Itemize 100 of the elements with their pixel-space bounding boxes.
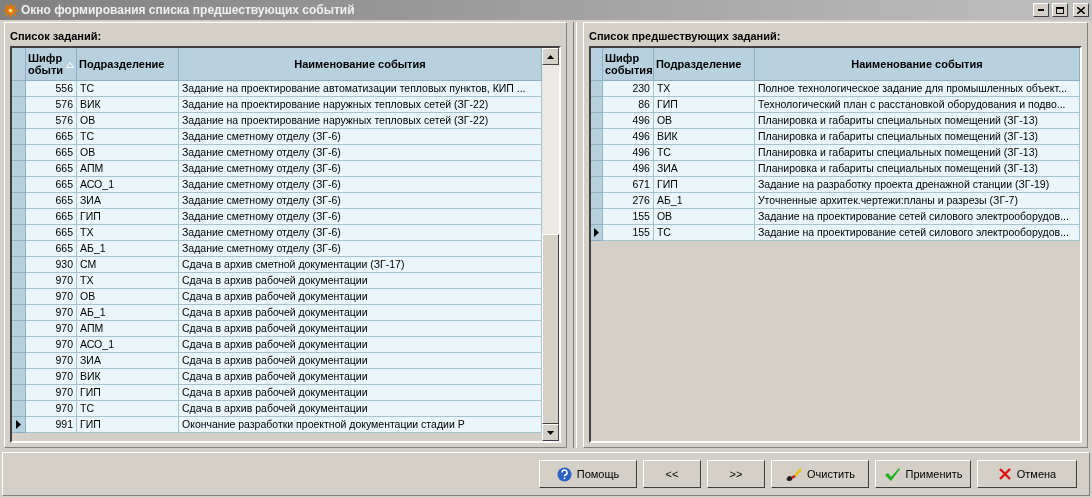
row-indicator[interactable]	[590, 97, 603, 113]
table-cell: ВИК	[653, 129, 755, 145]
row-indicator[interactable]	[590, 209, 603, 225]
table-cell: 496	[602, 113, 654, 129]
table-cell: ТС	[653, 145, 755, 161]
table-cell: АСО_1	[77, 177, 179, 193]
column-header[interactable]: Подразделение	[653, 48, 755, 81]
table-cell: 665	[26, 177, 77, 193]
row-indicator[interactable]	[590, 225, 603, 241]
column-header[interactable]: Шифр обыти	[26, 48, 77, 81]
window-title: Окно формирования списка предшествующих событий	[21, 3, 355, 17]
table-cell: Задание сметному отделу (ЗГ-6)	[179, 193, 542, 209]
table-cell: Задание сметному отделу (ЗГ-6)	[179, 241, 542, 257]
table-cell: 665	[26, 193, 77, 209]
table-cell: 665	[26, 145, 77, 161]
data-grid[interactable]	[10, 46, 561, 443]
column-header[interactable]: Наименование события	[754, 48, 1080, 81]
prev-button[interactable]: <<	[643, 460, 701, 488]
table-cell: Сдача в архив рабочей документации	[179, 353, 542, 369]
table-cell: Планировка и габариты специальных помещений (ЗГ-13)	[754, 113, 1080, 129]
table-cell: АСО_1	[77, 337, 179, 353]
row-indicator[interactable]	[590, 129, 603, 145]
table-cell: Задание на проектирование наружных тепловых сетей (ЗГ-22)	[179, 97, 542, 113]
table-cell: АБ_1	[653, 193, 755, 209]
row-indicator[interactable]	[12, 417, 26, 433]
table-cell: АПМ	[77, 161, 179, 177]
table-cell: ЗИА	[653, 161, 755, 177]
column-header[interactable]: Подразделение	[77, 48, 179, 81]
table-cell: ОВ	[653, 209, 755, 225]
table-cell: 496	[602, 145, 654, 161]
clear-button[interactable]: Очистить	[771, 460, 869, 488]
table-cell: Задание на разработку проекта дренажной станции (ЗГ-19)	[754, 177, 1080, 193]
table-cell: ОВ	[77, 145, 179, 161]
next-button[interactable]: >>	[707, 460, 765, 488]
close-button[interactable]	[1073, 3, 1089, 17]
table-cell: Задание на проектирование автоматизации тепловых пунктов, КИП ...	[179, 81, 542, 97]
table-cell: 991	[26, 417, 77, 433]
table-cell: ГИП	[653, 97, 755, 113]
table-cell: Планировка и габариты специальных помещений (ЗГ-13)	[754, 161, 1080, 177]
table-cell: ГИП	[77, 417, 179, 433]
column-header[interactable]: Шифр события	[602, 48, 654, 81]
table-cell: ГИП	[77, 209, 179, 225]
table-cell: ТС	[653, 225, 755, 241]
scroll-down-button[interactable]	[541, 424, 559, 441]
table-cell: СМ	[77, 257, 179, 273]
row-indicator[interactable]	[590, 113, 603, 129]
table-cell: 86	[602, 97, 654, 113]
table-cell: ТХ	[77, 225, 179, 241]
row-indicator[interactable]	[590, 193, 603, 209]
cancel-button[interactable]: Отмена	[977, 460, 1077, 488]
table-cell: Задание сметному отделу (ЗГ-6)	[179, 145, 542, 161]
table-cell: 970	[26, 305, 77, 321]
maximize-button[interactable]	[1052, 3, 1068, 17]
table-cell: 276	[602, 193, 654, 209]
panel-label: Список заданий:	[10, 30, 103, 42]
table-cell: Сдача в архив рабочей документации	[179, 369, 542, 385]
table-cell: 576	[26, 113, 77, 129]
arrow-up-icon	[546, 54, 554, 59]
table-cell: Сдача в архив рабочей документации	[179, 289, 542, 305]
table-cell: Планировка и габариты специальных помещений (ЗГ-13)	[754, 145, 1080, 161]
table-cell: 155	[602, 209, 654, 225]
header-corner	[12, 48, 26, 81]
table-cell: ЗИА	[77, 353, 179, 369]
checkmark-icon	[883, 466, 901, 482]
table-cell: Задание сметному отделу (ЗГ-6)	[179, 129, 542, 145]
table-cell: ВИК	[77, 369, 179, 385]
table-cell: Сдача в архив рабочей документации	[179, 385, 542, 401]
row-indicator[interactable]	[590, 81, 603, 97]
table-cell: Сдача в архив рабочей документации	[179, 273, 542, 289]
table-cell: Задание сметному отделу (ЗГ-6)	[179, 209, 542, 225]
table-cell: ГИП	[653, 177, 755, 193]
table-cell: Задание сметному отделу (ЗГ-6)	[179, 177, 542, 193]
sort-arrow-icon	[66, 62, 74, 68]
table-cell: ТС	[77, 401, 179, 417]
table-cell: 496	[602, 161, 654, 177]
table-cell: 576	[26, 97, 77, 113]
arrow-down-icon	[546, 430, 554, 435]
apply-button[interactable]: Применить	[875, 460, 971, 488]
table-cell: 665	[26, 161, 77, 177]
data-grid[interactable]	[588, 46, 1082, 443]
table-cell: Окончание разработки проектной документации стадии Р	[179, 417, 542, 433]
table-cell: ОВ	[653, 113, 755, 129]
row-indicator[interactable]	[590, 161, 603, 177]
column-header[interactable]: Наименование события	[179, 48, 542, 81]
table-cell: Задание на проектирование сетей силового электрооборудов...	[754, 225, 1080, 241]
row-indicator[interactable]	[590, 145, 603, 161]
table-cell: Задание сметному отделу (ЗГ-6)	[179, 161, 542, 177]
row-indicator[interactable]	[590, 177, 603, 193]
table-cell: Сдача в архив рабочей документации	[179, 401, 542, 417]
table-cell: 556	[26, 81, 77, 97]
table-cell: 970	[26, 369, 77, 385]
help-button[interactable]: Помощь	[539, 460, 637, 488]
table-cell: 496	[602, 129, 654, 145]
close-icon	[1077, 6, 1085, 14]
maximize-icon	[1056, 6, 1064, 14]
table-cell: 970	[26, 321, 77, 337]
minimize-button[interactable]	[1033, 3, 1049, 17]
table-cell: ГИП	[77, 385, 179, 401]
table-cell: 930	[26, 257, 77, 273]
table-cell: 665	[26, 241, 77, 257]
